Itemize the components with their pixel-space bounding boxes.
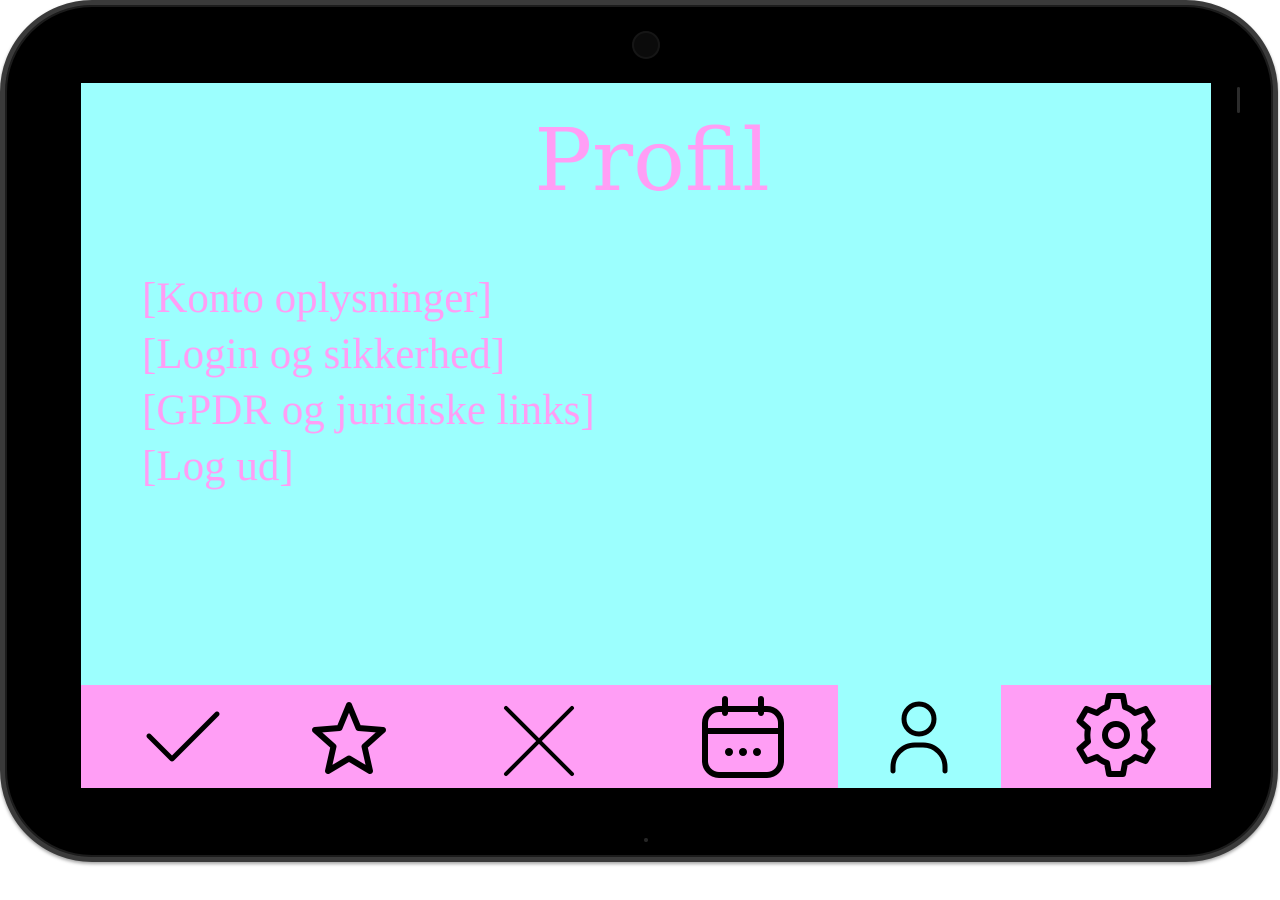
gear-icon[interactable] (1072, 689, 1160, 781)
calendar-icon[interactable] (699, 695, 787, 781)
tablet-frame: Profil [Konto oplysninger] [Login og sik… (0, 0, 1278, 862)
profile-menu: [Konto oplysninger] [Login og sikkerhed]… (142, 271, 595, 495)
user-icon[interactable] (887, 697, 951, 777)
menu-item-login-security[interactable]: [Login og sikkerhed] (142, 327, 595, 383)
camera-lens (632, 31, 660, 59)
check-icon[interactable] (141, 705, 223, 767)
menu-item-log-out[interactable]: [Log ud] (142, 439, 595, 495)
star-icon[interactable] (305, 697, 393, 781)
app-screen: Profil [Konto oplysninger] [Login og sik… (81, 83, 1211, 788)
microphone-dot (644, 838, 648, 842)
bottom-nav-bar (81, 685, 1211, 788)
menu-item-gdpr-legal[interactable]: [GPDR og juridiske links] (142, 383, 595, 439)
side-sensor (1237, 87, 1240, 113)
menu-item-account-info[interactable]: [Konto oplysninger] (142, 271, 595, 327)
close-icon[interactable] (499, 701, 579, 781)
page-title: Profil (534, 111, 770, 211)
